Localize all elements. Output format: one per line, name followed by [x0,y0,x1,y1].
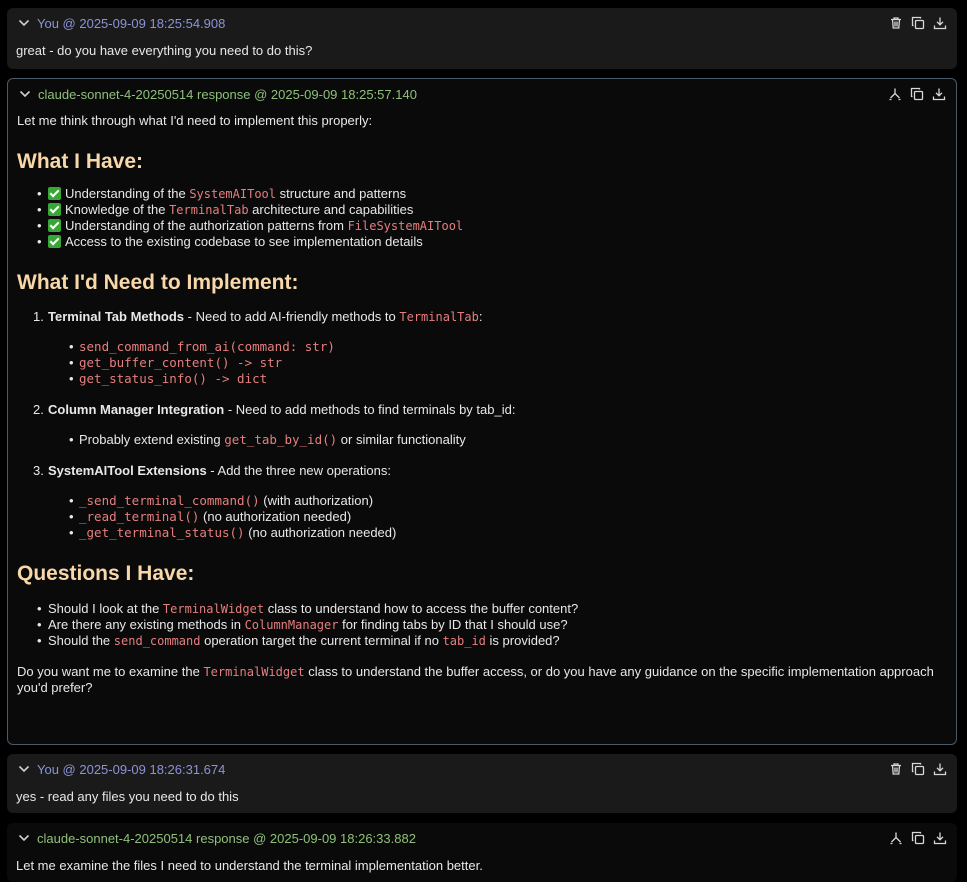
list-item: _read_terminal() (no authorization neede… [17,509,947,525]
message-header: claude-sonnet-4-20250514 response @ 2025… [7,823,957,853]
chevron-down-icon[interactable] [18,832,30,844]
user-message: You @ 2025-09-09 18:26:31.674 yes - read… [7,754,957,813]
message-header: claude-sonnet-4-20250514 response @ 2025… [8,79,956,109]
message-header-text: You @ 2025-09-09 18:26:31.674 [37,762,226,777]
heading-what-i-have: What I Have: [17,150,144,173]
list-item: Should the send_command operation target… [17,633,947,649]
chevron-down-icon[interactable] [19,88,31,100]
list-item: Understanding of the authorization patte… [17,218,947,234]
trash-icon[interactable] [889,16,903,30]
copy-icon[interactable] [911,762,925,776]
list-item: send_command_from_ai(command: str) [17,339,947,355]
list-item: Understanding of the SystemAITool struct… [17,186,947,202]
questions-list: Should I look at the TerminalWidget clas… [17,601,947,649]
list-item: Access to the existing codebase to see i… [17,234,947,250]
list-item: _get_terminal_status() (no authorization… [17,525,947,541]
message-body: Let me think through what I'd need to im… [8,109,956,696]
list-item: Should I look at the TerminalWidget clas… [17,601,947,617]
have-list: Understanding of the SystemAITool struct… [17,186,947,250]
numbered-item: 2. Column Manager Integration - Need to a… [17,402,947,448]
message-toolbar [888,87,946,101]
checkmark-icon [48,203,61,216]
user-message: You @ 2025-09-09 18:25:54.908 great - do… [7,8,957,69]
message-toolbar [889,762,947,776]
checkmark-icon [48,235,61,248]
download-icon[interactable] [933,831,947,845]
numbered-item: 1. Terminal Tab Methods - Need to add AI-… [17,309,947,387]
message-header: You @ 2025-09-09 18:26:31.674 [7,754,957,784]
chevron-down-icon[interactable] [18,17,30,29]
intro-text: Let me think through what I'd need to im… [17,113,373,128]
checkmark-icon [48,219,61,232]
copy-icon[interactable] [911,831,925,845]
list-item: get_buffer_content() -> str [17,355,947,371]
message-toolbar [889,831,947,845]
list-item: _send_terminal_command() (with authoriza… [17,493,947,509]
list-item: Are there any existing methods in Column… [17,617,947,633]
list-item: Knowledge of the TerminalTab architectur… [17,202,947,218]
copy-icon[interactable] [910,87,924,101]
message-body: great - do you have everything you need … [16,43,313,58]
message-header-text: claude-sonnet-4-20250514 response @ 2025… [37,831,416,846]
checkmark-icon [48,187,61,200]
list-item: get_status_info() -> dict [17,371,947,387]
ai-message: claude-sonnet-4-20250514 response @ 2025… [7,78,957,745]
message-header-text: You @ 2025-09-09 18:25:54.908 [37,16,226,31]
fork-icon[interactable] [888,87,902,101]
download-icon[interactable] [932,87,946,101]
heading-need-to-implement: What I'd Need to Implement: [17,271,299,294]
sub-list: Probably extend existing get_tab_by_id()… [17,432,947,448]
copy-icon[interactable] [911,16,925,30]
ai-message: claude-sonnet-4-20250514 response @ 2025… [7,823,957,882]
fork-icon[interactable] [889,831,903,845]
closing-text: Do you want me to examine the TerminalWi… [17,664,934,695]
message-toolbar [889,16,947,30]
message-body: Let me examine the files I need to under… [16,858,483,873]
heading-questions: Questions I Have: [17,562,195,585]
message-body: yes - read any files you need to do this [16,789,239,804]
sub-list: _send_terminal_command() (with authoriza… [17,493,947,541]
chevron-down-icon[interactable] [18,763,30,775]
message-header: You @ 2025-09-09 18:25:54.908 [7,8,957,38]
message-header-text: claude-sonnet-4-20250514 response @ 2025… [38,87,417,102]
numbered-item: 3. SystemAITool Extensions - Add the thre… [17,463,947,541]
trash-icon[interactable] [889,762,903,776]
download-icon[interactable] [933,16,947,30]
list-item: Probably extend existing get_tab_by_id()… [17,432,947,448]
download-icon[interactable] [933,762,947,776]
sub-list: send_command_from_ai(command: str) get_b… [17,339,947,387]
